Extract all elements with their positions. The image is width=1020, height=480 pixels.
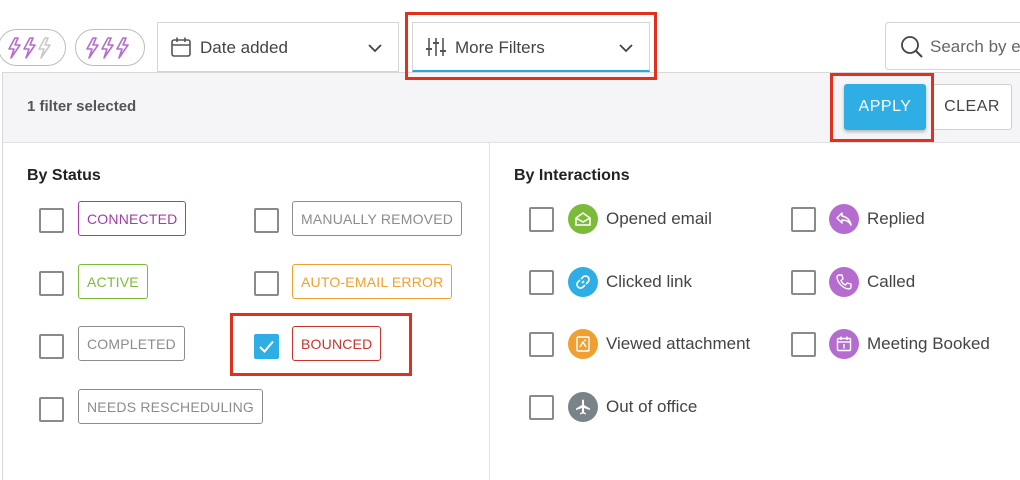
calendar-icon — [829, 329, 859, 359]
status-checkbox-connected[interactable] — [39, 208, 64, 233]
status-checkbox-active[interactable] — [39, 271, 64, 296]
by-status-title: By Status — [27, 167, 101, 184]
interaction-checkbox-out-of-office[interactable] — [529, 395, 554, 420]
status-tag-connected: CONNECTED — [78, 201, 187, 236]
sliders-icon — [426, 38, 446, 56]
status-tag-manually-removed: MANUALLY REMOVED — [292, 201, 463, 236]
interaction-checkbox-called[interactable] — [791, 270, 816, 295]
date-added-label: Date added — [200, 38, 288, 57]
more-filters-label: More Filters — [455, 38, 545, 57]
bolt-filter-pill-3[interactable] — [75, 29, 145, 66]
panel-header: 1 filter selected APPLY CLEAR — [3, 73, 1020, 143]
calendar-icon — [171, 37, 191, 57]
status-checkbox-completed[interactable] — [39, 334, 64, 359]
search-icon — [901, 36, 923, 58]
interaction-label-replied: Replied — [867, 209, 925, 228]
interaction-label-called: Called — [867, 272, 916, 291]
column-divider — [489, 143, 490, 480]
by-interactions-title: By Interactions — [514, 167, 630, 184]
reply-icon — [829, 204, 859, 234]
status-tag-auto-email-error: AUTO-EMAIL ERROR — [292, 264, 453, 299]
selected-filter-count: 1 filter selected — [27, 98, 137, 115]
status-tag-completed: COMPLETED — [78, 326, 185, 361]
chevron-down-icon — [619, 44, 633, 53]
attachment-icon — [568, 329, 598, 359]
bolt-filter-pill-2[interactable] — [0, 29, 66, 66]
search-placeholder: Search by e — [930, 37, 1020, 56]
status-tag-bounced: BOUNCED — [292, 326, 382, 361]
lightning-bolt-icon — [86, 36, 129, 59]
more-filters-panel: 1 filter selected APPLY CLEAR By Status … — [2, 72, 1020, 480]
search-box[interactable]: Search by e — [885, 22, 1020, 70]
interaction-checkbox-replied[interactable] — [791, 207, 816, 232]
status-checkbox-auto-email-error[interactable] — [254, 271, 279, 296]
link-icon — [568, 267, 598, 297]
date-added-dropdown[interactable]: Date added — [157, 22, 399, 72]
status-checkbox-bounced[interactable] — [254, 334, 279, 359]
interaction-checkbox-meeting-booked[interactable] — [791, 332, 816, 357]
interaction-checkbox-opened-email[interactable] — [529, 207, 554, 232]
apply-button[interactable]: APPLY — [844, 84, 926, 130]
interaction-checkbox-clicked-link[interactable] — [529, 270, 554, 295]
envelope-open-icon — [568, 204, 598, 234]
interaction-label-viewed-attachment: Viewed attachment — [606, 334, 751, 353]
status-tag-needs-rescheduling: NEEDS RESCHEDULING — [78, 389, 263, 424]
status-checkbox-needs-rescheduling[interactable] — [39, 397, 64, 422]
lightning-bolt-icon — [8, 36, 51, 59]
more-filters-dropdown[interactable]: More Filters — [412, 22, 650, 72]
chevron-down-icon — [368, 44, 382, 53]
clear-button[interactable]: CLEAR — [932, 84, 1012, 130]
interaction-label-opened-email: Opened email — [606, 209, 712, 228]
interaction-label-out-of-office: Out of office — [606, 397, 698, 416]
status-checkbox-manually-removed[interactable] — [254, 208, 279, 233]
phone-icon — [829, 267, 859, 297]
status-tag-active: ACTIVE — [78, 264, 148, 299]
checkmark-icon — [259, 340, 274, 353]
airplane-icon — [568, 392, 598, 422]
filter-toolbar: Date added More Filters Search by e — [0, 0, 1020, 72]
interaction-label-clicked-link: Clicked link — [606, 272, 692, 291]
interaction-checkbox-viewed-attachment[interactable] — [529, 332, 554, 357]
interaction-label-meeting-booked: Meeting Booked — [867, 334, 990, 353]
